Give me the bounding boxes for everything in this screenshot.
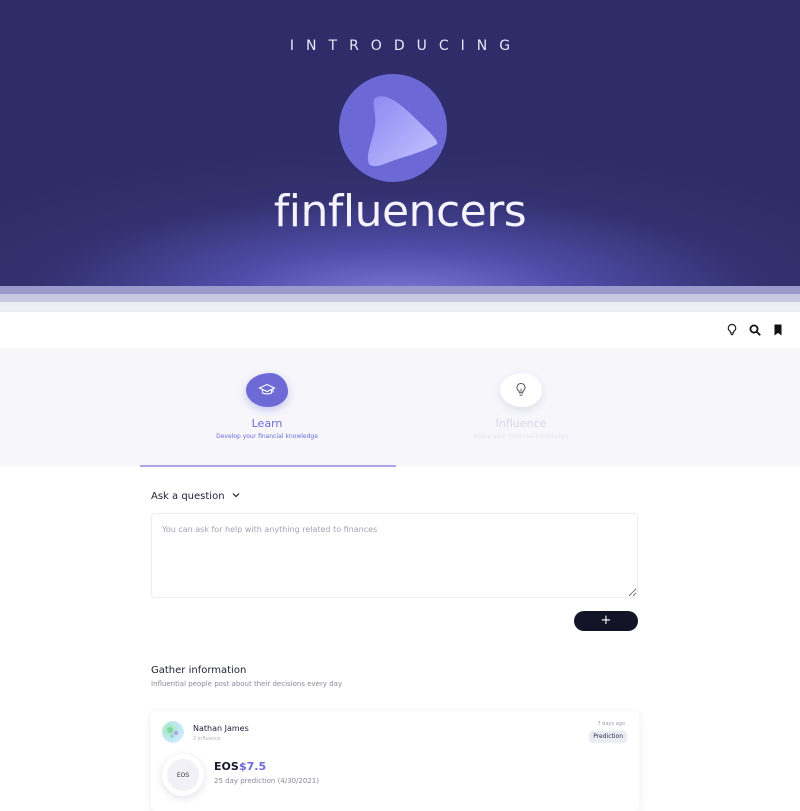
- asset-ticker: EOS: [214, 760, 239, 773]
- section-subtitle: Influential people post about their deci…: [151, 680, 343, 688]
- lightbulb-icon[interactable]: [724, 322, 740, 338]
- author-name[interactable]: Nathan James: [193, 724, 249, 733]
- graduation-cap-icon: [246, 373, 288, 407]
- section-title: Gather information: [151, 665, 247, 676]
- post-timestamp: 7 days ago: [597, 721, 625, 727]
- ask-question-label: Ask a question: [151, 491, 225, 502]
- chevron-down-icon: [231, 490, 241, 503]
- divider-band: [0, 302, 800, 312]
- finfluencers-logo-icon: [339, 74, 447, 182]
- lightbulb-icon: [500, 373, 542, 407]
- divider-band: [0, 294, 800, 302]
- avatar[interactable]: [162, 721, 184, 743]
- tab-learn-subtitle: Develop your financial knowledge: [216, 433, 318, 440]
- predicted-price: $7.5: [239, 760, 267, 773]
- tab-influence[interactable]: Influence Share your financial knowledge: [396, 373, 646, 440]
- hero-wordmark: finfluencers: [273, 186, 527, 237]
- question-input[interactable]: [151, 513, 638, 598]
- tab-learn[interactable]: Learn Develop your financial knowledge: [142, 373, 392, 440]
- post-type-badge: Prediction: [589, 731, 627, 743]
- post-card[interactable]: Nathan James 2 influence 7 days ago Pred…: [151, 711, 639, 811]
- active-tab-indicator: [140, 465, 396, 467]
- coin-logo: EOS: [162, 754, 204, 796]
- submit-question-button[interactable]: +: [574, 611, 638, 631]
- ask-question-dropdown[interactable]: Ask a question: [151, 490, 241, 503]
- coin-label: EOS: [167, 759, 199, 791]
- tab-influence-title: Influence: [495, 417, 547, 430]
- bookmark-icon[interactable]: [770, 322, 786, 338]
- tab-learn-title: Learn: [251, 417, 283, 430]
- search-icon[interactable]: [747, 322, 763, 338]
- divider-band: [0, 286, 800, 294]
- tab-influence-subtitle: Share your financial knowledge: [473, 433, 569, 440]
- hero-banner: INTRODUCING finfluencers: [0, 0, 800, 286]
- hero-kicker: INTRODUCING: [289, 38, 523, 54]
- author-influence: 2 influence: [193, 736, 221, 742]
- prediction-note: 25 day prediction (4/30/2021): [214, 777, 319, 785]
- mode-selector: Learn Develop your financial knowledge I…: [0, 348, 800, 466]
- top-nav-bar: [0, 312, 800, 348]
